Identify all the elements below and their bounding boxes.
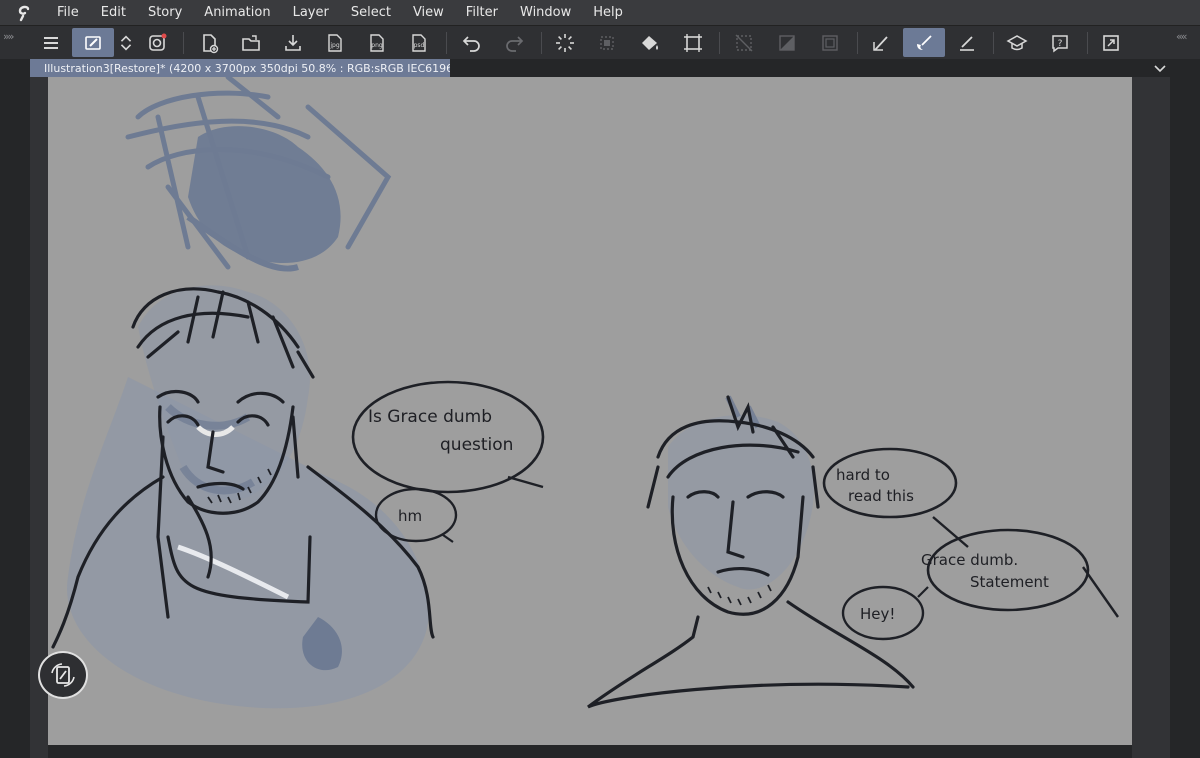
canvas-margin-left: [30, 77, 48, 758]
bubble-text: hm: [398, 507, 422, 525]
redo-icon[interactable]: [493, 28, 535, 57]
workspace: Is Grace dumb question hm hard to read t…: [0, 77, 1200, 758]
menu-bar: File Edit Story Animation Layer Select V…: [0, 0, 1200, 25]
fullscreen-icon[interactable]: [1090, 28, 1132, 57]
clip-studio-logo-icon[interactable]: [10, 0, 38, 25]
main-menu-icon[interactable]: [30, 28, 72, 57]
menu-window[interactable]: Window: [509, 0, 582, 25]
loading-icon[interactable]: [544, 28, 586, 57]
speech-bubble: hm: [374, 487, 458, 543]
toolbar-separator: [541, 32, 542, 54]
user-assist-icon[interactable]: [72, 28, 114, 57]
clip-studio-icon[interactable]: [136, 28, 178, 57]
export-psd-icon[interactable]: psd: [398, 28, 440, 57]
crop-icon[interactable]: [672, 28, 714, 57]
bubble-text: read this: [848, 487, 914, 505]
canvas-margin-right: [1132, 77, 1170, 758]
menu-layer[interactable]: Layer: [282, 0, 340, 25]
menu-filter[interactable]: Filter: [455, 0, 509, 25]
new-canvas-icon[interactable]: [188, 28, 230, 57]
export-jpg-icon[interactable]: jpg: [314, 28, 356, 57]
menu-edit[interactable]: Edit: [90, 0, 137, 25]
speech-bubble: Hey!: [841, 585, 929, 641]
pen-tool-icon[interactable]: [860, 28, 902, 57]
export-png-icon[interactable]: png: [356, 28, 398, 57]
document-tab[interactable]: Illustration3[Restore]* (4200 x 3700px 3…: [30, 59, 450, 77]
transform-disabled-icon[interactable]: [586, 28, 628, 57]
document-tab-strip: Illustration3[Restore]* (4200 x 3700px 3…: [0, 59, 1200, 77]
selection-frame-icon[interactable]: [809, 28, 851, 57]
brush-tool-icon[interactable]: [903, 28, 945, 57]
ruler-pen-icon[interactable]: [946, 28, 988, 57]
toolbar-separator: [719, 32, 720, 54]
gradient-icon[interactable]: [766, 28, 808, 57]
bubble-text: question: [440, 435, 513, 455]
menu-story[interactable]: Story: [137, 0, 193, 25]
fill-icon[interactable]: [629, 28, 671, 57]
toolbar-separator: [857, 32, 858, 54]
command-bar: »» jpg png psd ? ««: [0, 25, 1200, 60]
chevron-down-icon[interactable]: [1152, 60, 1168, 76]
top-rough-sketch: [125, 77, 392, 272]
sketch-artwork: Is Grace dumb question hm hard to read t…: [51, 77, 1119, 709]
toolbar-separator: [446, 32, 447, 54]
toggle-arrows-icon[interactable]: [116, 28, 136, 57]
collapse-left-icon[interactable]: »»: [3, 30, 15, 43]
speech-bubble: Grace dumb. Statement: [921, 528, 1119, 618]
svg-text:psd: psd: [414, 42, 425, 49]
open-file-icon[interactable]: [230, 28, 272, 57]
svg-text:?: ?: [1058, 39, 1063, 49]
menu-view[interactable]: View: [402, 0, 455, 25]
rotate-view-icon[interactable]: [38, 651, 88, 699]
help-icon[interactable]: ?: [1039, 28, 1081, 57]
toolbar-separator: [183, 32, 184, 54]
bubble-text: hard to: [836, 466, 890, 484]
hide-selection-icon[interactable]: [723, 28, 765, 57]
toolbar-separator: [993, 32, 994, 54]
svg-text:png: png: [371, 42, 383, 49]
menu-select[interactable]: Select: [340, 0, 402, 25]
speech-bubble: hard to read this: [822, 447, 969, 548]
menu-help[interactable]: Help: [582, 0, 634, 25]
bubble-text: Hey!: [860, 605, 895, 623]
bubble-text: Grace dumb.: [921, 551, 1018, 569]
left-figure-sketch: [51, 285, 435, 709]
document-tab-title: Illustration3[Restore]* (4200 x 3700px 3…: [44, 61, 450, 75]
save-icon[interactable]: [272, 28, 314, 57]
bubble-text: Is Grace dumb: [368, 407, 492, 427]
speech-bubble: Is Grace dumb question: [351, 380, 545, 494]
menu-animation[interactable]: Animation: [193, 0, 281, 25]
menu-file[interactable]: File: [46, 0, 90, 25]
learn-icon[interactable]: [996, 28, 1038, 57]
collapse-right-icon[interactable]: ««: [1176, 30, 1188, 43]
toolbar-separator: [1087, 32, 1088, 54]
undo-icon[interactable]: [451, 28, 493, 57]
drawing-canvas[interactable]: Is Grace dumb question hm hard to read t…: [48, 77, 1132, 745]
bubble-text: Statement: [970, 573, 1049, 591]
right-figure-sketch: [587, 395, 915, 709]
svg-text:jpg: jpg: [329, 42, 339, 49]
